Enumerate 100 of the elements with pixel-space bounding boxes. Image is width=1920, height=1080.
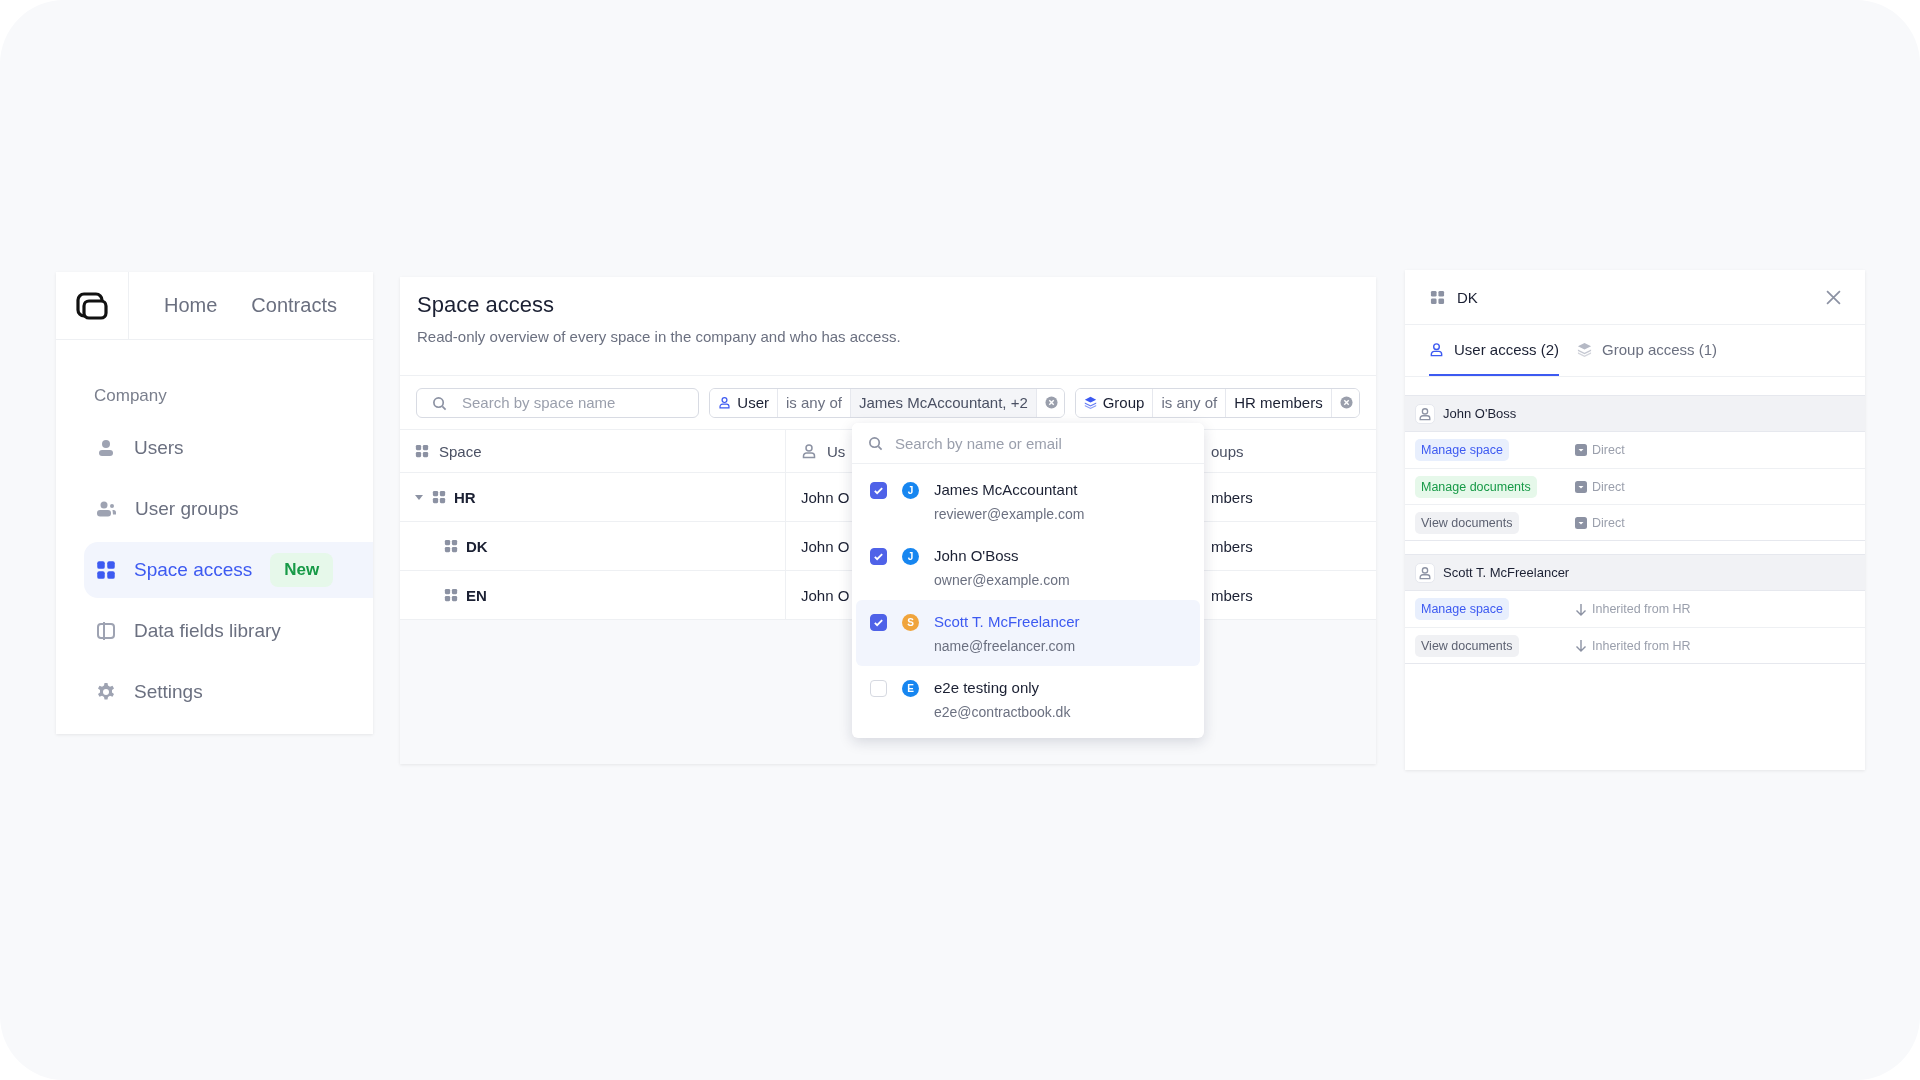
user-icon — [718, 396, 732, 409]
user-email: e2e@contractbook.dk — [934, 703, 1072, 720]
filter-value: James McAccountant, +2 — [850, 388, 1037, 417]
space-name[interactable]: EN — [466, 586, 487, 604]
user-option[interactable]: E e2e testing only e2e@contractbook.dk — [856, 666, 1200, 732]
access-source: Direct — [1592, 479, 1625, 494]
user-email: name@freelancer.com — [934, 637, 1077, 654]
user-name: John O'Boss — [1443, 406, 1517, 421]
table-cell: John O — [801, 586, 850, 604]
user-email: owner@example.com — [934, 571, 1071, 588]
sidebar-item[interactable]: Settings — [84, 664, 373, 720]
sidebar-label: User groups — [135, 498, 239, 520]
user-icon — [96, 438, 116, 458]
user-name: Scott T. McFreelancer — [1443, 565, 1570, 580]
nav-link[interactable]: Home — [129, 272, 218, 339]
logo-icon — [76, 291, 108, 320]
grid-icon — [415, 444, 429, 458]
search-icon — [868, 436, 883, 451]
avatar: J — [902, 482, 919, 499]
user-name: e2e testing only — [934, 678, 1041, 696]
sidebar-item[interactable]: Data fields library — [84, 603, 373, 659]
checkbox[interactable] — [870, 614, 887, 631]
access-source: Direct — [1592, 443, 1625, 457]
layers-icon — [1083, 396, 1097, 409]
user-option[interactable]: J James McAccountant reviewer@example.com — [856, 468, 1200, 534]
clear-icon — [1044, 396, 1058, 409]
grid-icon — [432, 490, 446, 504]
arrow-down-icon — [1575, 602, 1587, 616]
grid-icon — [1430, 289, 1445, 305]
column-header: Us — [827, 442, 846, 460]
avatar: E — [902, 680, 919, 697]
tab[interactable]: Group access (1) — [1577, 325, 1718, 376]
check-icon — [873, 485, 884, 496]
filter-field: User — [710, 388, 779, 417]
search-icon — [432, 395, 447, 411]
permission-tag: Manage documents — [1415, 475, 1537, 498]
access-source: Inherited from HR — [1592, 638, 1691, 653]
users-icon — [96, 499, 117, 519]
nav-link[interactable]: Contracts — [217, 272, 337, 339]
table-cell: mbers — [1211, 586, 1253, 604]
checkbox[interactable] — [870, 482, 887, 499]
space-name[interactable]: HR — [454, 488, 476, 506]
panel-title: DK — [1457, 288, 1479, 306]
settings-icon — [96, 682, 116, 702]
sidebar-item[interactable]: Users — [84, 420, 373, 476]
filter-chip[interactable]: User is any of James McAccountant, +2 — [709, 387, 1065, 418]
user-option[interactable]: J John O'Boss owner@example.com — [856, 534, 1200, 600]
sidebar-item[interactable]: Space access New — [84, 542, 373, 598]
permission-tag: Manage space — [1415, 598, 1509, 620]
filter-chip[interactable]: Group is any of HR members — [1074, 387, 1360, 418]
sidebar-item[interactable]: User groups — [84, 481, 373, 537]
sidebar-label: Space access — [134, 559, 253, 581]
page-subtitle: Read-only overview of every space in the company and who has access. — [417, 328, 902, 345]
arrow-down-icon — [1575, 639, 1587, 652]
table-cell: John O — [801, 537, 850, 555]
user-icon — [1418, 565, 1432, 580]
grid-icon — [96, 560, 116, 580]
access-source: Direct — [1592, 515, 1625, 530]
layers-icon — [1577, 342, 1593, 357]
direct-icon — [1575, 480, 1587, 493]
caret-icon[interactable] — [414, 492, 424, 502]
check-icon — [873, 617, 884, 628]
permission-tag: View documents — [1415, 511, 1519, 534]
avatar: J — [902, 548, 919, 565]
column-header: oups — [1211, 442, 1244, 460]
permission-tag: View documents — [1415, 634, 1519, 657]
user-name: John O'Boss — [934, 546, 1020, 564]
table-cell: John O — [801, 488, 850, 506]
permission-tag: Manage space — [1415, 439, 1509, 461]
new-badge: New — [270, 553, 334, 587]
user-name: Scott T. McFreelancer — [934, 612, 1081, 630]
avatar: S — [902, 614, 919, 631]
user-name: James McAccountant — [934, 480, 1079, 498]
grid-icon — [444, 539, 458, 553]
table-cell: mbers — [1211, 537, 1253, 555]
clear-icon — [1339, 396, 1353, 409]
sidebar-label: Users — [134, 437, 184, 459]
user-icon — [801, 443, 817, 459]
column-header: Space — [439, 442, 482, 460]
section-label: Company — [93, 386, 168, 406]
filter-field: Group — [1075, 388, 1154, 417]
check-icon — [873, 551, 884, 562]
direct-icon — [1575, 516, 1587, 529]
sidebar-label: Settings — [134, 681, 203, 703]
sidebar-label: Data fields library — [134, 620, 281, 642]
access-source: Inherited from HR — [1592, 602, 1691, 616]
grid-icon — [444, 588, 458, 602]
user-option[interactable]: S Scott T. McFreelancer name@freelancer.com — [856, 600, 1200, 666]
user-icon — [1418, 406, 1432, 421]
panel-icon — [96, 621, 116, 641]
tab[interactable]: User access (2) — [1429, 325, 1560, 376]
space-name[interactable]: DK — [466, 537, 488, 555]
checkbox[interactable] — [870, 548, 887, 565]
page-title: Space access — [417, 292, 555, 318]
dropdown-search-field[interactable]: Search by name or email — [852, 423, 1204, 463]
user-icon — [1429, 342, 1444, 357]
direct-icon — [1575, 444, 1587, 456]
user-email: reviewer@example.com — [934, 505, 1086, 522]
table-cell: mbers — [1211, 488, 1253, 506]
search-field[interactable]: Search by space name — [416, 387, 700, 418]
